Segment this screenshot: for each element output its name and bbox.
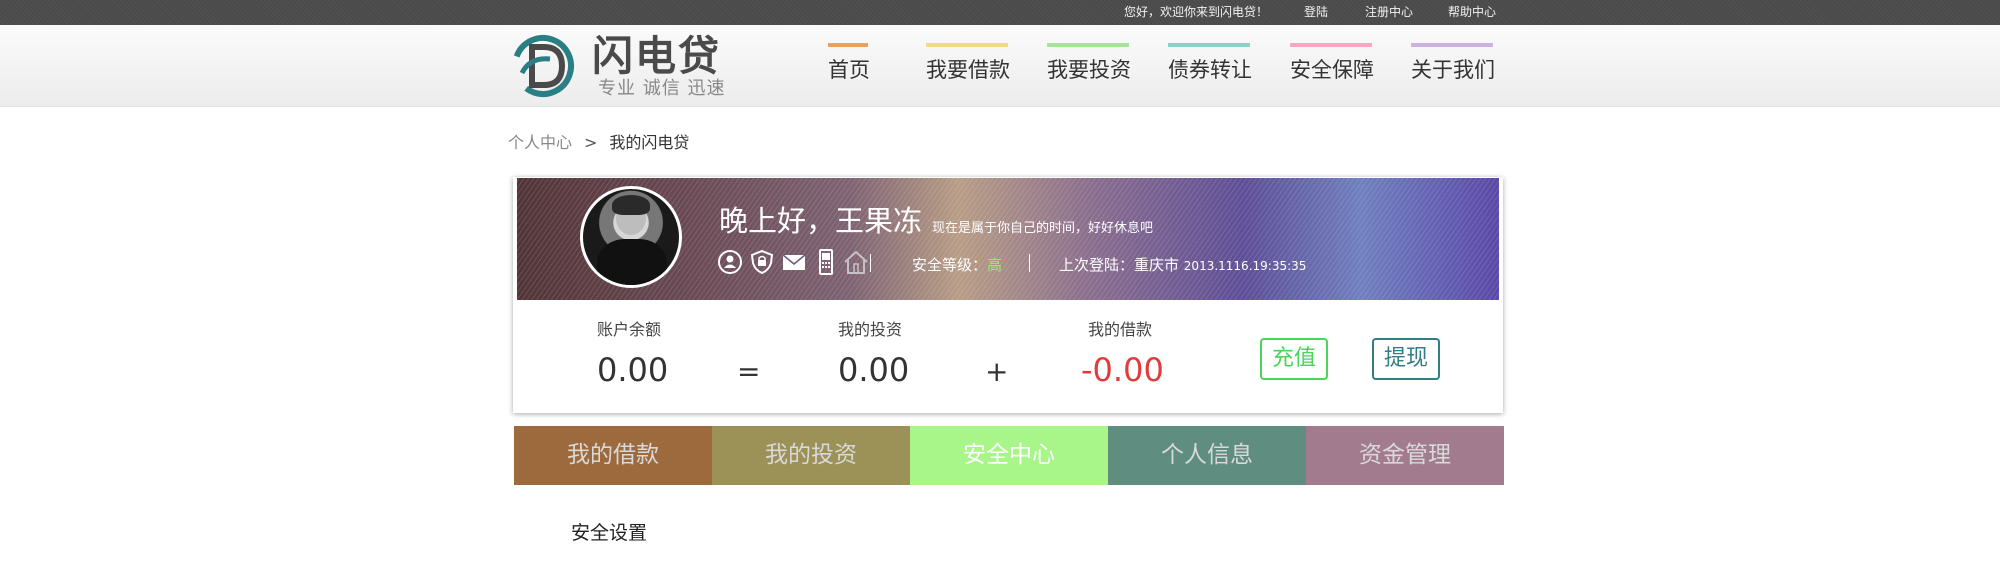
avatar[interactable]: [580, 186, 682, 288]
shield-icon[interactable]: [749, 249, 775, 275]
breadcrumb-home[interactable]: 个人中心: [508, 133, 572, 152]
loan-value: -0.00: [1081, 351, 1164, 389]
security-value: 高: [987, 256, 1003, 274]
home-icon[interactable]: [843, 249, 869, 275]
nav-indicator: [828, 43, 868, 47]
tab-fund-management[interactable]: 资金管理: [1306, 426, 1504, 485]
investment-label: 我的投资: [838, 320, 903, 339]
nav-indicator: [1047, 43, 1129, 47]
balance-value: 0.00: [597, 351, 669, 389]
balance-label: 账户余额: [597, 320, 662, 339]
help-link[interactable]: 帮助中心: [1448, 5, 1496, 19]
nav-bond-transfer[interactable]: 债券转让: [1168, 43, 1252, 87]
nav-borrow[interactable]: 我要借款: [926, 43, 1010, 87]
register-link[interactable]: 注册中心: [1365, 5, 1413, 19]
security-label: 安全等级：: [912, 256, 988, 274]
nav-label: 我要借款: [926, 58, 1010, 82]
nav-indicator: [1168, 43, 1250, 47]
nav-label: 债券转让: [1168, 58, 1252, 82]
plus-sign: +: [985, 355, 1009, 388]
greeting-text: 晚上好，王果冻: [719, 204, 923, 238]
mail-icon[interactable]: [781, 249, 807, 275]
nav-about[interactable]: 关于我们: [1411, 43, 1495, 87]
section-title: 安全设置: [571, 522, 648, 544]
nav-indicator: [1411, 43, 1493, 47]
nav-label: 首页: [828, 58, 870, 82]
site-header: 闪电贷 专业 诚信 迅速 首页 我要借款 我要投资 债券转让 安全保障 关于我们: [0, 25, 2000, 107]
last-login-time: 2013.1116.19:35:35: [1183, 259, 1307, 273]
nav-invest[interactable]: 我要投资: [1047, 43, 1131, 87]
logo-slogan: 专业 诚信 迅速: [598, 78, 726, 99]
breadcrumb-separator: >: [584, 133, 598, 152]
equals-sign: =: [737, 355, 761, 388]
nav-indicator: [926, 43, 1008, 47]
top-bar: 您好，欢迎你来到闪电贷！ 登陆 注册中心 帮助中心: [0, 0, 2000, 25]
breadcrumb-current: 我的闪电贷: [609, 133, 690, 152]
divider: [870, 254, 871, 272]
phone-icon[interactable]: [813, 249, 839, 275]
user-icon[interactable]: [717, 249, 743, 275]
recharge-button[interactable]: 充值: [1260, 338, 1328, 380]
nav-indicator: [1290, 43, 1372, 47]
login-link[interactable]: 登陆: [1304, 5, 1328, 19]
tab-personal-info[interactable]: 个人信息: [1108, 426, 1306, 485]
tab-my-investments[interactable]: 我的投资: [712, 426, 910, 485]
security-level: 安全等级：高: [912, 256, 1002, 274]
logo-name[interactable]: 闪电贷: [592, 33, 721, 79]
profile-banner: 晚上好，王果冻 现在是属于你自己的时间，好好休息吧 安全等级：高 上次登陆：重庆…: [517, 178, 1499, 300]
nav-label: 关于我们: [1411, 58, 1495, 82]
nav-security[interactable]: 安全保障: [1290, 43, 1374, 87]
nav-label: 我要投资: [1047, 58, 1131, 82]
welcome-text: 您好，欢迎你来到闪电贷！: [1124, 5, 1269, 19]
account-card: 晚上好，王果冻 现在是属于你自己的时间，好好休息吧 安全等级：高 上次登陆：重庆…: [513, 177, 1503, 413]
investment-value: 0.00: [838, 351, 910, 389]
breadcrumb: 个人中心 > 我的闪电贷: [508, 133, 689, 153]
tab-security-center[interactable]: 安全中心: [910, 426, 1108, 485]
last-login-label: 上次登陆：重庆市: [1059, 256, 1180, 274]
nav-home[interactable]: 首页: [828, 43, 870, 87]
loan-label: 我的借款: [1088, 320, 1153, 339]
divider: [1029, 254, 1030, 272]
tab-my-loans[interactable]: 我的借款: [514, 426, 712, 485]
nav-label: 安全保障: [1290, 58, 1374, 82]
greeting-subtitle: 现在是属于你自己的时间，好好休息吧: [932, 221, 1154, 236]
withdraw-button[interactable]: 提现: [1372, 338, 1440, 380]
last-login: 上次登陆：重庆市 2013.1116.19:35:35: [1059, 256, 1306, 275]
logo-icon[interactable]: [510, 33, 576, 99]
